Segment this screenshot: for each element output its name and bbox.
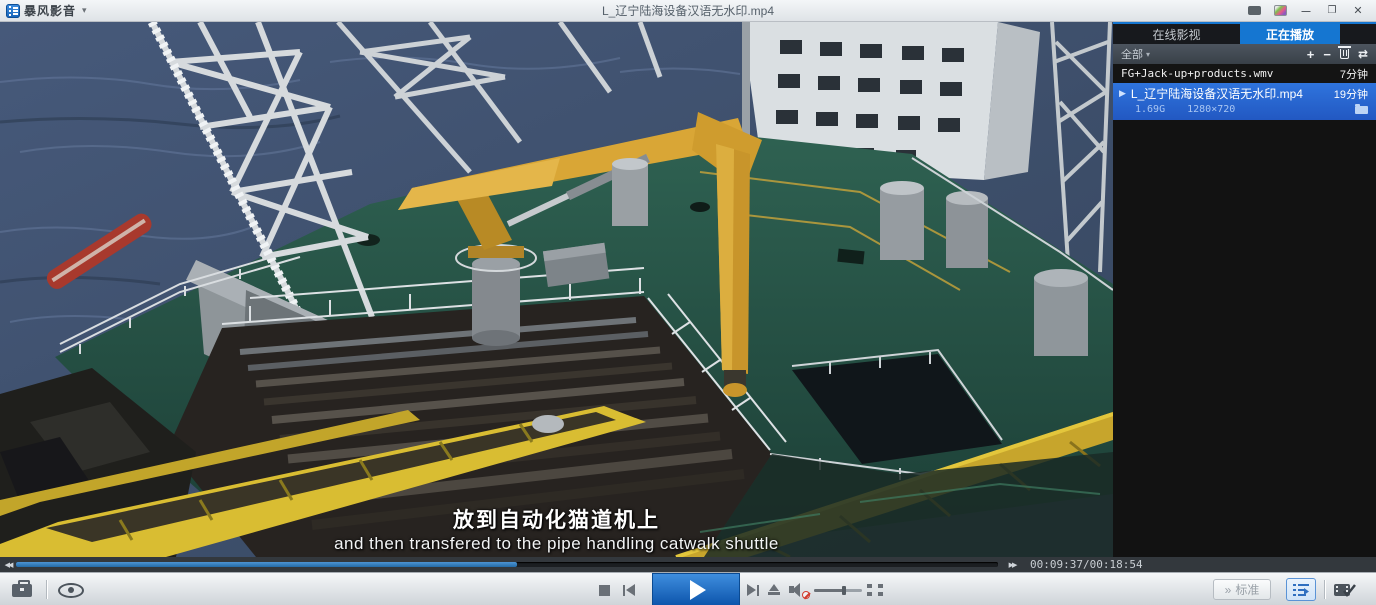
playlist-panel: 在线影视 正在播放 全部 ▾ + − ⇄ FG+Jack-up+products… xyxy=(1113,22,1376,557)
seek-bar[interactable] xyxy=(16,562,998,567)
eject-button[interactable] xyxy=(766,582,782,597)
tab-now-playing[interactable]: 正在播放 xyxy=(1240,24,1340,44)
close-button[interactable]: ✕ xyxy=(1350,4,1366,18)
toolbox-icon xyxy=(12,584,32,597)
volume-fill xyxy=(814,589,843,592)
remove-file-button[interactable]: − xyxy=(1323,48,1331,61)
playlist-item-duration: 7分钟 xyxy=(1340,66,1368,82)
playlist-toggle-button[interactable] xyxy=(1286,578,1316,601)
previous-button[interactable] xyxy=(620,583,638,597)
speech-bubble-icon xyxy=(1248,6,1261,15)
feedback-button[interactable] xyxy=(1246,4,1262,18)
app-menu-caret-icon: ▾ xyxy=(82,5,87,16)
minimize-button[interactable]: — xyxy=(1298,4,1314,18)
eyeshield-button[interactable] xyxy=(56,581,86,599)
app-menu[interactable]: 暴风影音 ▾ xyxy=(0,2,87,19)
eject-icon xyxy=(768,584,780,595)
maximize-button[interactable]: ❐ xyxy=(1324,4,1340,18)
eye-icon xyxy=(58,583,84,598)
app-name: 暴风影音 xyxy=(24,2,76,19)
file-size: 1.69G xyxy=(1135,104,1165,115)
title-bar: 暴风影音 ▾ L_辽宁陆海设备汉语无水印.mp4 — ❐ ✕ xyxy=(0,0,1376,22)
player-window: 暴风影音 ▾ L_辽宁陆海设备汉语无水印.mp4 — ❐ ✕ xyxy=(0,0,1376,605)
playlist-item[interactable]: FG+Jack-up+products.wmv 7分钟 xyxy=(1113,64,1376,83)
now-playing-icon: ▶ xyxy=(1119,88,1126,99)
chevrons-icon: » xyxy=(1225,583,1232,597)
reorder-list-button[interactable]: ⇄ xyxy=(1358,48,1368,60)
divider xyxy=(1324,580,1325,599)
seek-forward-icon[interactable]: ▶▶ xyxy=(1004,561,1020,569)
skin-palette-icon xyxy=(1274,5,1287,16)
filter-caret-icon: ▾ xyxy=(1146,50,1150,59)
seek-back-icon[interactable]: ◀◀ xyxy=(0,561,16,569)
skin-button[interactable] xyxy=(1272,4,1288,18)
quality-label: 标准 xyxy=(1235,581,1259,598)
control-bar: » 标准 xyxy=(0,572,1376,605)
clear-list-button[interactable] xyxy=(1340,49,1349,59)
playlist-item-name: L_辽宁陆海设备汉语无水印.mp4 xyxy=(1131,85,1303,102)
next-button[interactable] xyxy=(744,583,762,597)
open-folder-icon[interactable] xyxy=(1355,106,1368,114)
speaker-muted-icon xyxy=(789,583,807,597)
play-icon xyxy=(690,580,706,600)
add-file-button[interactable]: + xyxy=(1307,48,1315,61)
toolbox-button[interactable] xyxy=(10,581,34,599)
playlist-item-duration: 19分钟 xyxy=(1334,86,1368,102)
time-display: 00:09:37/00:18:54 xyxy=(1030,558,1143,571)
mute-button[interactable] xyxy=(788,582,808,598)
tab-online-video[interactable]: 在线影视 xyxy=(1113,24,1240,44)
seek-bar-row: ◀◀ ▶▶ 00:09:37/00:18:54 xyxy=(0,557,1376,572)
playlist-item-name: FG+Jack-up+products.wmv xyxy=(1121,67,1273,80)
stop-button[interactable] xyxy=(596,583,612,597)
playlist-toolbar: 全部 ▾ + − ⇄ xyxy=(1113,44,1376,64)
playlist-item-selected[interactable]: ▶ L_辽宁陆海设备汉语无水印.mp4 19分钟 1.69G 1280×720 xyxy=(1113,83,1376,120)
quality-standard-button[interactable]: » 标准 xyxy=(1213,579,1271,600)
progress-fill xyxy=(16,562,517,567)
filter-label: 全部 xyxy=(1121,46,1143,62)
volume-track xyxy=(814,589,862,592)
volume-slider[interactable] xyxy=(812,587,864,593)
file-resolution: 1280×720 xyxy=(1187,104,1235,115)
next-icon xyxy=(747,584,756,596)
video-settings-button[interactable] xyxy=(1330,579,1360,600)
fullscreen-icon xyxy=(867,584,883,596)
video-scene xyxy=(0,22,1113,557)
divider xyxy=(46,580,47,599)
filter-dropdown[interactable]: 全部 ▾ xyxy=(1121,46,1150,62)
app-logo-icon xyxy=(6,4,20,18)
fullscreen-button[interactable] xyxy=(866,583,884,597)
volume-thumb[interactable] xyxy=(842,586,846,595)
previous-icon xyxy=(626,584,635,596)
play-button[interactable] xyxy=(652,573,740,605)
video-display[interactable]: 放到自动化猫道机上 and then transfered to the pip… xyxy=(0,22,1113,557)
stop-icon xyxy=(599,585,610,596)
window-title: L_辽宁陆海设备汉语无水印.mp4 xyxy=(0,2,1376,19)
panel-tabs: 在线影视 正在播放 xyxy=(1113,24,1376,44)
film-check-icon xyxy=(1334,582,1356,598)
playlist-icon xyxy=(1292,583,1310,597)
